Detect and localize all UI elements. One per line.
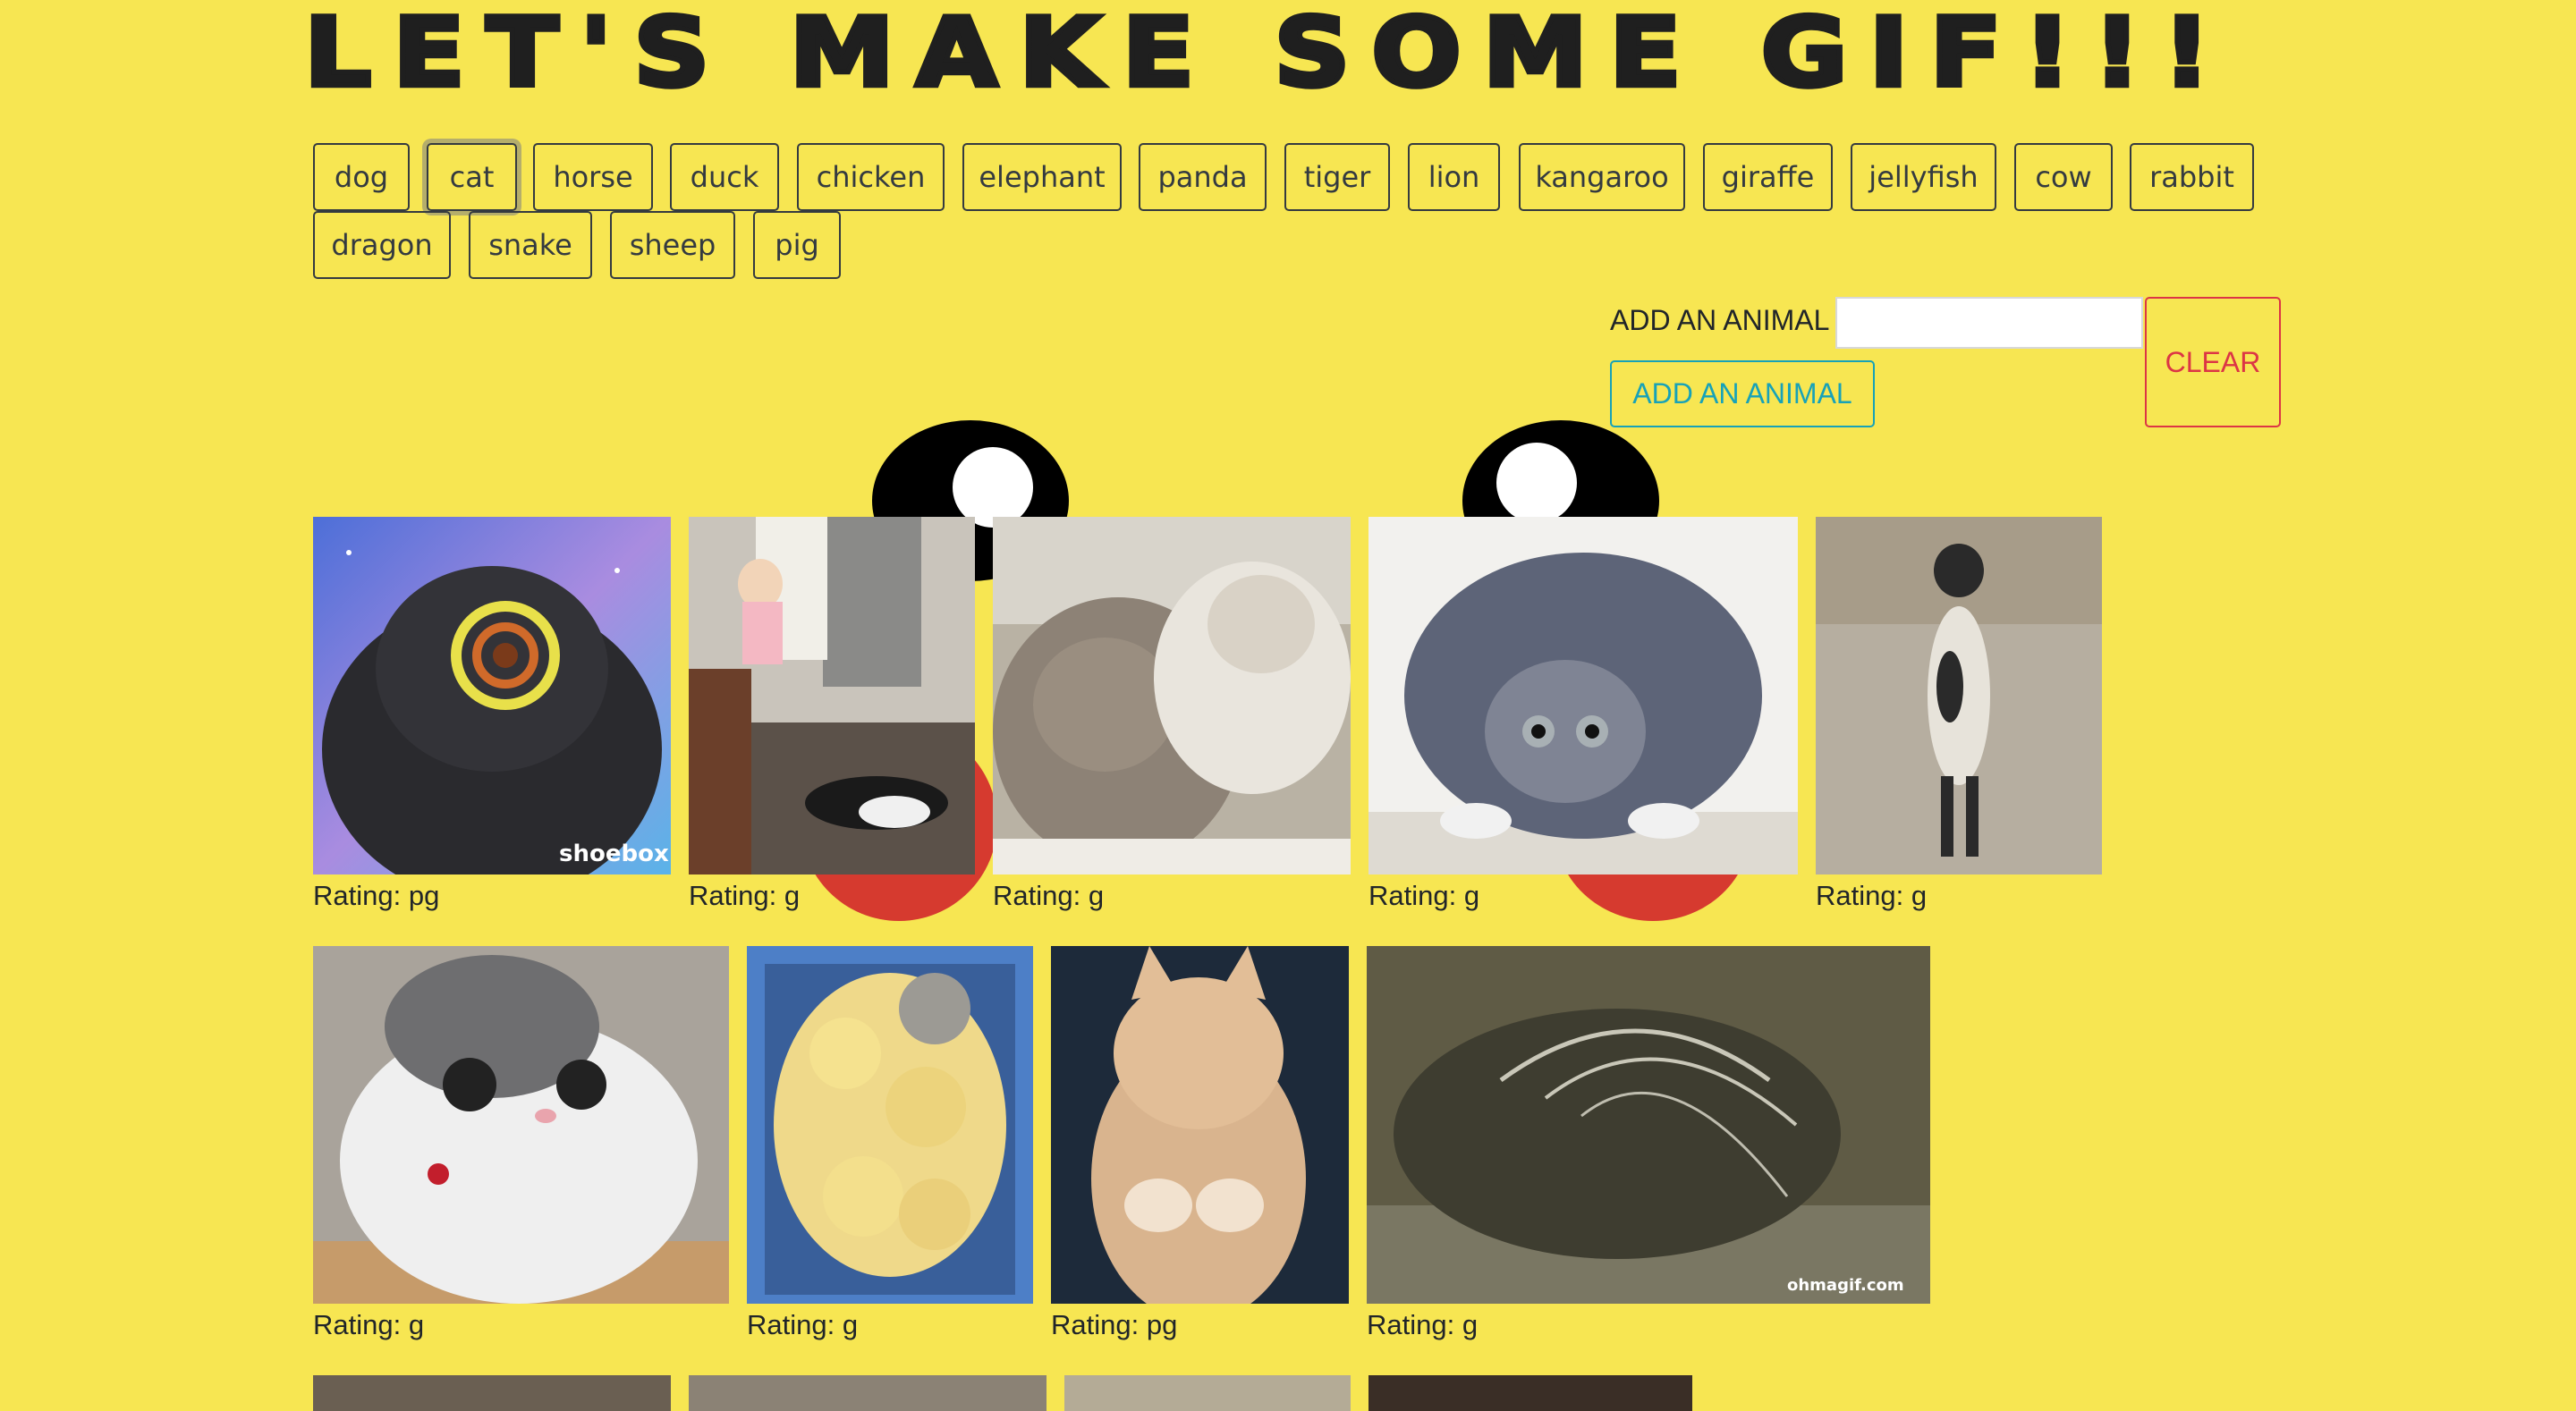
gif-rating: Rating: g: [313, 1309, 425, 1340]
gif-image[interactable]: [1816, 517, 2102, 874]
animal-button-giraffe[interactable]: giraffe: [1703, 143, 1833, 211]
animal-button-chicken[interactable]: chicken: [797, 143, 945, 211]
animal-button-jellyfish[interactable]: jellyfish: [1851, 143, 1996, 211]
gif-rating: Rating: pg: [313, 880, 440, 911]
gif-image[interactable]: [1368, 1375, 1692, 1411]
animal-button-kangaroo[interactable]: kangaroo: [1519, 143, 1685, 211]
animal-button-elephant[interactable]: elephant: [962, 143, 1122, 211]
add-animal-input[interactable]: [1835, 297, 2143, 349]
animal-button-cow[interactable]: cow: [2014, 143, 2113, 211]
add-animal-button[interactable]: ADD AN ANIMAL: [1610, 360, 1875, 427]
animal-button-dragon[interactable]: dragon: [313, 211, 451, 279]
gif-image[interactable]: [1051, 946, 1349, 1304]
gif-rating: Rating: g: [1367, 1309, 1479, 1340]
gif-image[interactable]: [313, 946, 729, 1304]
gif-rating: Rating: g: [747, 1309, 859, 1340]
animal-button-horse[interactable]: horse: [533, 143, 653, 211]
animal-button-snake[interactable]: snake: [469, 211, 592, 279]
gif-image[interactable]: [747, 946, 1033, 1304]
animal-button-sheep[interactable]: sheep: [610, 211, 735, 279]
animal-button-lion[interactable]: lion: [1408, 143, 1500, 211]
animal-button-tiger[interactable]: tiger: [1284, 143, 1390, 211]
animal-button-panda[interactable]: panda: [1139, 143, 1267, 211]
gif-rating: Rating: g: [993, 880, 1105, 911]
gif-image[interactable]: ohmagif.com: [1367, 946, 1930, 1304]
gif-image[interactable]: [1368, 517, 1798, 874]
gif-image[interactable]: [689, 517, 975, 874]
gif-rating: Rating: g: [1816, 880, 1928, 911]
gif-image[interactable]: shoebox: [313, 517, 671, 874]
gif-rating: Rating: g: [689, 880, 801, 911]
animal-button-duck[interactable]: duck: [670, 143, 779, 211]
page-title: LET'S MAKE SOME GIF!!!: [301, 0, 2233, 108]
gif-image[interactable]: [1064, 1375, 1351, 1411]
animal-button-cat[interactable]: cat: [427, 143, 517, 211]
gif-watermark: shoebox: [559, 841, 669, 867]
animal-button-pig[interactable]: pig: [753, 211, 841, 279]
add-animal-label: ADD AN ANIMAL: [1610, 304, 1830, 336]
animal-button-dog[interactable]: dog: [313, 143, 410, 211]
animal-button-rabbit[interactable]: rabbit: [2130, 143, 2254, 211]
gif-image[interactable]: [689, 1375, 1046, 1411]
clear-button[interactable]: CLEAR: [2145, 297, 2281, 427]
gif-rating: Rating: g: [1368, 880, 1480, 911]
gif-image[interactable]: [313, 1375, 671, 1411]
gif-image[interactable]: [993, 517, 1351, 874]
gif-watermark: ohmagif.com: [1787, 1276, 1904, 1295]
gif-rating: Rating: pg: [1051, 1309, 1178, 1340]
